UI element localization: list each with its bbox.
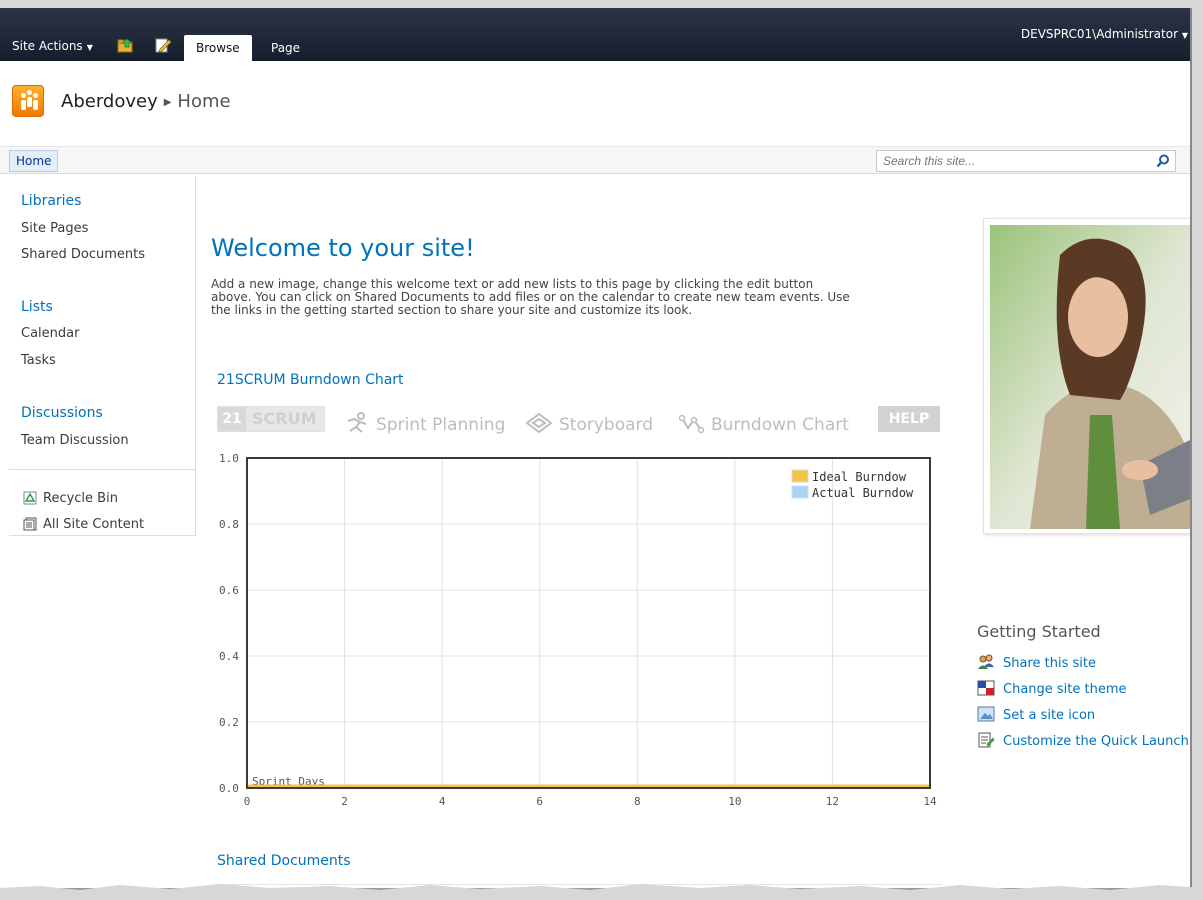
title-area: Aberdovey ▶ Home [0, 61, 1190, 147]
ribbon-bar: Site Actions ▼ Browse Page DEVSPRC01\Admi… [0, 8, 1190, 61]
burndown-webpart-title[interactable]: 21SCRUM Burndown Chart [217, 372, 404, 388]
x-tick-label: 12 [826, 795, 839, 808]
x-tick-label: 0 [244, 795, 251, 808]
x-tick-label: 2 [341, 795, 348, 808]
customize-quick-launch-link[interactable]: Customize the Quick Launch [977, 732, 1189, 749]
intro-text: Add a new image, change this welcome tex… [211, 278, 956, 317]
storyboard-icon [525, 412, 553, 434]
people-icon [978, 654, 994, 669]
ql-item-shared-documents[interactable]: Shared Documents [21, 247, 145, 262]
set-icon-label: Set a site icon [1003, 708, 1096, 723]
site-actions-label: Site Actions [12, 39, 83, 53]
site-content-icon [23, 517, 37, 531]
list-edit-icon [978, 732, 995, 748]
ql-heading-lists[interactable]: Lists [21, 299, 53, 315]
y-tick-label: 0.6 [219, 584, 239, 597]
ql-heading-discussions[interactable]: Discussions [21, 405, 103, 421]
chevron-down-icon: ▼ [86, 43, 93, 52]
legend-label: Ideal Burndow [812, 470, 907, 484]
recycle-bin-label: Recycle Bin [43, 491, 118, 506]
scrum-toolbar: 21 SCRUM Sprint Planning Storyboard Burn… [217, 398, 940, 435]
x-tick-label: 8 [634, 795, 641, 808]
x-tick-label: 6 [536, 795, 543, 808]
change-theme-link[interactable]: Change site theme [977, 680, 1127, 697]
welcome-heading: Welcome to your site! [211, 234, 475, 262]
site-name-link[interactable]: Aberdovey [61, 91, 158, 112]
ql-item-site-pages[interactable]: Site Pages [21, 221, 88, 236]
plot-area [247, 458, 930, 788]
scrum-logo: 21 SCRUM [217, 406, 325, 432]
quick-launch: Libraries Site Pages Shared Documents Li… [9, 176, 196, 536]
tab-browse[interactable]: Browse [184, 35, 252, 61]
top-navigation: Home [0, 147, 1190, 174]
x-tick-label: 10 [728, 795, 741, 808]
burndown-chart-link[interactable]: Burndown Chart [678, 412, 849, 435]
storyboard-link[interactable]: Storyboard [525, 412, 653, 435]
welcome-image [983, 218, 1190, 534]
user-name: DEVSPRC01\Administrator [1020, 27, 1179, 41]
ql-all-site-content[interactable]: All Site Content [23, 517, 144, 532]
help-button[interactable]: HELP [878, 406, 940, 432]
burndown-icon [678, 414, 705, 434]
site-actions-menu[interactable]: Site Actions ▼ [12, 39, 93, 53]
woman-photo-image [990, 225, 1190, 529]
ql-item-team-discussion[interactable]: Team Discussion [21, 433, 129, 448]
breadcrumb-arrow-icon: ▶ [163, 97, 172, 108]
search-box [876, 150, 1176, 172]
theme-icon [977, 680, 995, 696]
storyboard-label: Storyboard [559, 415, 653, 435]
chevron-down-icon: ▼ [1181, 31, 1188, 40]
torn-edge-decoration [0, 884, 1203, 900]
set-icon-link[interactable]: Set a site icon [977, 706, 1095, 723]
site-logo-icon[interactable] [12, 85, 44, 117]
recycle-bin-icon [23, 491, 37, 505]
change-theme-label: Change site theme [1003, 682, 1127, 697]
search-input[interactable] [877, 151, 1149, 171]
sprint-planning-link[interactable]: Sprint Planning [344, 412, 505, 435]
runner-icon [347, 412, 367, 433]
tab-page[interactable]: Page [259, 35, 312, 61]
legend-swatch [791, 485, 809, 499]
breadcrumb: Aberdovey ▶ Home [61, 91, 231, 112]
scrum-logo-number: 21 [218, 407, 246, 431]
navigate-up-icon[interactable] [117, 37, 135, 53]
burndown-chart-label: Burndown Chart [711, 415, 849, 435]
ql-recycle-bin[interactable]: Recycle Bin [23, 491, 118, 506]
ql-item-tasks[interactable]: Tasks [21, 353, 56, 368]
y-tick-label: 0.2 [219, 716, 239, 729]
sprint-planning-label: Sprint Planning [376, 415, 506, 435]
shared-documents-webpart-title[interactable]: Shared Documents [217, 853, 351, 869]
share-site-label: Share this site [1003, 656, 1096, 671]
ql-item-calendar[interactable]: Calendar [21, 326, 79, 341]
user-menu[interactable]: DEVSPRC01\Administrator ▼ [1021, 27, 1188, 41]
y-tick-label: 0.4 [219, 650, 239, 663]
burndown-chart: 0.00.20.40.60.81.00 2 4 6 8 10 12 14Sprint Days… [219, 452, 937, 808]
current-page-title: Home [177, 91, 231, 112]
ql-divider [9, 469, 195, 470]
y-tick-label: 0.8 [219, 518, 239, 531]
legend-swatch [791, 469, 809, 483]
share-site-link[interactable]: Share this site [977, 654, 1096, 671]
getting-started-heading: Getting Started [977, 622, 1101, 641]
tab-browse-label: Browse [196, 41, 240, 55]
customize-quick-launch-label: Customize the Quick Launch [1003, 734, 1189, 749]
y-tick-label: 1.0 [219, 452, 239, 465]
sharepoint-window: Site Actions ▼ Browse Page DEVSPRC01\Admi… [0, 8, 1192, 890]
topnav-home-tab[interactable]: Home [9, 150, 59, 172]
x-tick-label: 4 [439, 795, 446, 808]
edit-page-icon[interactable] [154, 37, 172, 53]
intro-line: the links in the getting started section… [211, 303, 693, 317]
scrum-logo-text: SCRUM [252, 409, 317, 428]
search-icon[interactable] [1156, 154, 1170, 168]
ql-heading-libraries[interactable]: Libraries [21, 193, 81, 209]
tab-page-label: Page [271, 41, 301, 55]
picture-icon [977, 706, 995, 722]
x-tick-label: 14 [923, 795, 937, 808]
y-tick-label: 0.0 [219, 782, 239, 795]
legend-label: Actual Burndow [812, 486, 914, 500]
all-site-content-label: All Site Content [43, 517, 145, 532]
